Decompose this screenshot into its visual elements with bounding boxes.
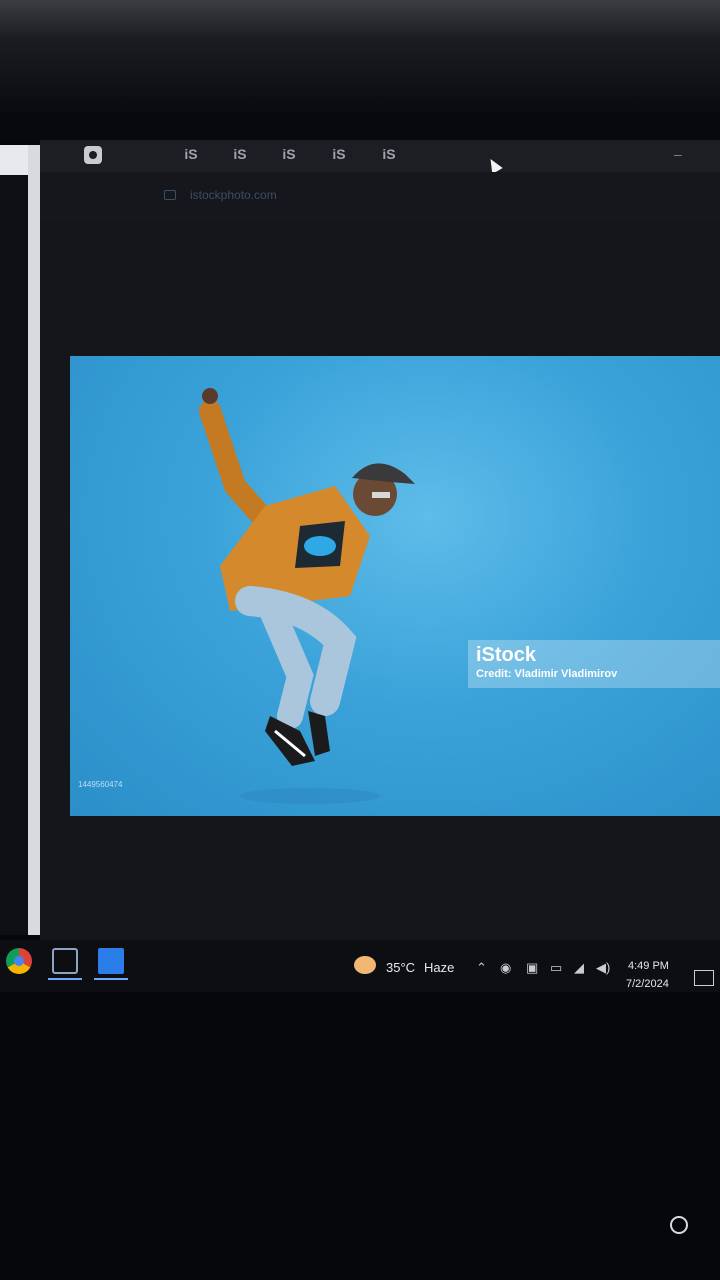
address-bar[interactable]: istockphoto.com [40, 172, 720, 220]
tab-4[interactable]: iS [328, 146, 350, 164]
photo-credit: Credit: Vladimir Vladimirov [476, 668, 618, 680]
app-icon[interactable] [98, 948, 124, 974]
jumping-person-illustration [199, 388, 415, 804]
active-indicator [94, 978, 128, 980]
weather-icon[interactable] [354, 956, 376, 974]
network-icon[interactable]: ◉ [500, 960, 511, 976]
hero-image[interactable]: iStock Credit: Vladimir Vladimirov 14495… [70, 356, 720, 816]
url-text[interactable]: istockphoto.com [190, 188, 277, 202]
clock-date[interactable]: 7/2/2024 [626, 978, 669, 990]
weather-temp[interactable]: 35°C [386, 960, 415, 975]
minimize-button[interactable]: – [674, 146, 682, 162]
power-icon[interactable] [670, 1216, 688, 1234]
tab-bar: iS iS iS iS iS – [40, 140, 720, 175]
usb-icon[interactable]: ▣ [526, 960, 538, 976]
clock-time[interactable]: 4:49 PM [628, 960, 669, 972]
tab-1[interactable]: iS [180, 146, 202, 164]
wifi-icon[interactable]: ◢ [574, 960, 584, 976]
taskbar: 35°C Haze ⌃ ◉ ▣ ▭ ◢ ◀) 4:49 PM 7/2/2024 [0, 940, 720, 992]
tool-icon[interactable] [52, 948, 78, 974]
tab-3[interactable]: iS [278, 146, 300, 164]
chrome-icon[interactable] [6, 948, 32, 974]
notification-icon[interactable] [694, 970, 714, 986]
background-window-titlebar [0, 145, 28, 175]
battery-icon[interactable]: ▭ [550, 960, 562, 976]
volume-icon[interactable]: ◀) [596, 960, 610, 976]
camera-glare-top [0, 0, 720, 140]
lock-icon [164, 190, 176, 200]
browser-window: iS iS iS iS iS – istockphoto.com iStock … [40, 140, 720, 940]
background-window[interactable] [0, 145, 40, 935]
tray-overflow-icon[interactable]: ⌃ [476, 960, 487, 976]
tab-2[interactable]: iS [229, 146, 251, 164]
tab-5[interactable]: iS [378, 146, 400, 164]
page-content: iStock Credit: Vladimir Vladimirov 14495… [40, 220, 720, 940]
istock-watermark: iStock Credit: Vladimir Vladimirov [468, 640, 720, 688]
weather-condition[interactable]: Haze [424, 960, 454, 975]
active-indicator [48, 978, 82, 980]
camera-icon[interactable] [84, 146, 102, 164]
istock-logo: iStock [476, 644, 537, 666]
image-id-mark: 1449560474 [78, 780, 123, 789]
